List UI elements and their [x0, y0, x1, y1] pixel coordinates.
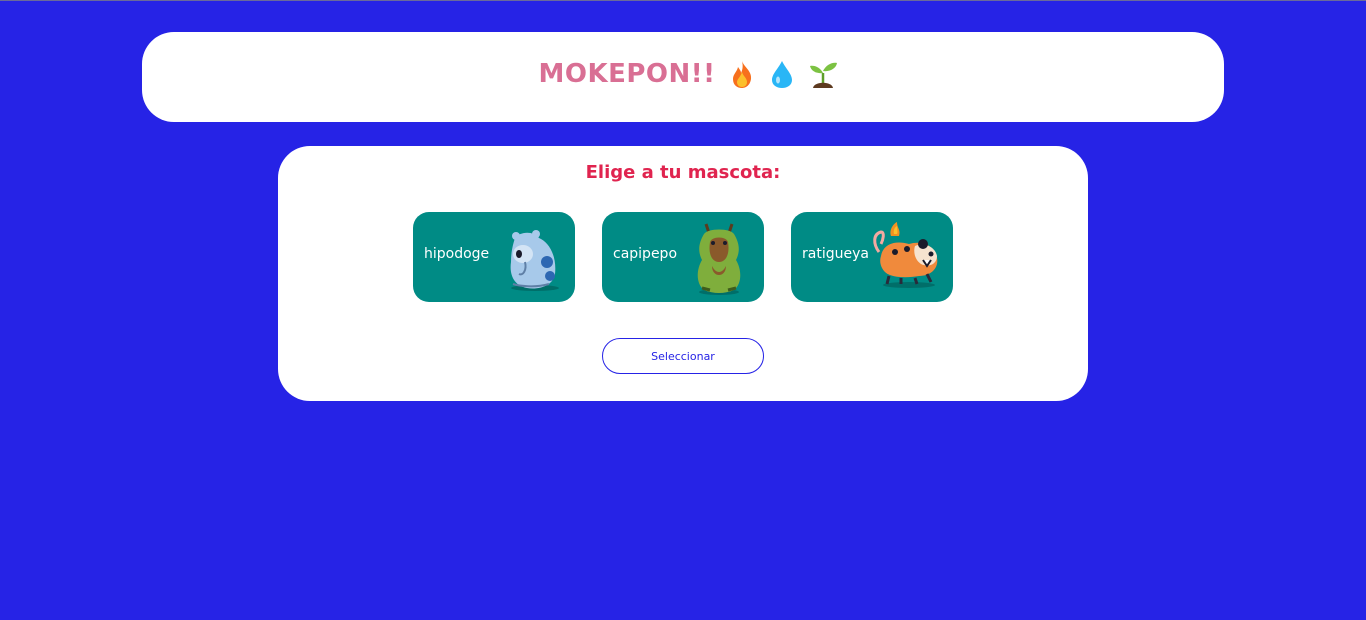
capipepo-image — [697, 223, 741, 295]
window-top-border — [0, 0, 1366, 1]
ratigueya-image — [873, 222, 938, 288]
page-title: MOKEPON!! — [538, 59, 716, 89]
pet-option-capipepo[interactable]: capipepo — [602, 212, 764, 302]
pet-name-label: hipodoge — [424, 246, 490, 262]
pet-name-label: ratigueya — [802, 246, 869, 262]
pet-option-hipodoge[interactable]: hipodoge — [413, 212, 575, 302]
select-pet-button[interactable]: Seleccionar — [602, 338, 764, 374]
hipodoge-image — [510, 230, 559, 291]
pet-name-label: capipepo — [613, 246, 678, 262]
pet-selection-card: Elige a tu mascota: hipodoge capipepo ra… — [278, 146, 1088, 401]
header-card: MOKEPON!! — [142, 32, 1224, 122]
pet-option-ratigueya[interactable]: ratigueya — [791, 212, 953, 302]
sprout-icon — [808, 59, 837, 89]
fire-icon — [728, 59, 756, 89]
title-row: MOKEPON!! — [538, 59, 837, 89]
water-drop-icon — [768, 59, 796, 89]
pet-selection-prompt: Elige a tu mascota: — [585, 162, 781, 183]
